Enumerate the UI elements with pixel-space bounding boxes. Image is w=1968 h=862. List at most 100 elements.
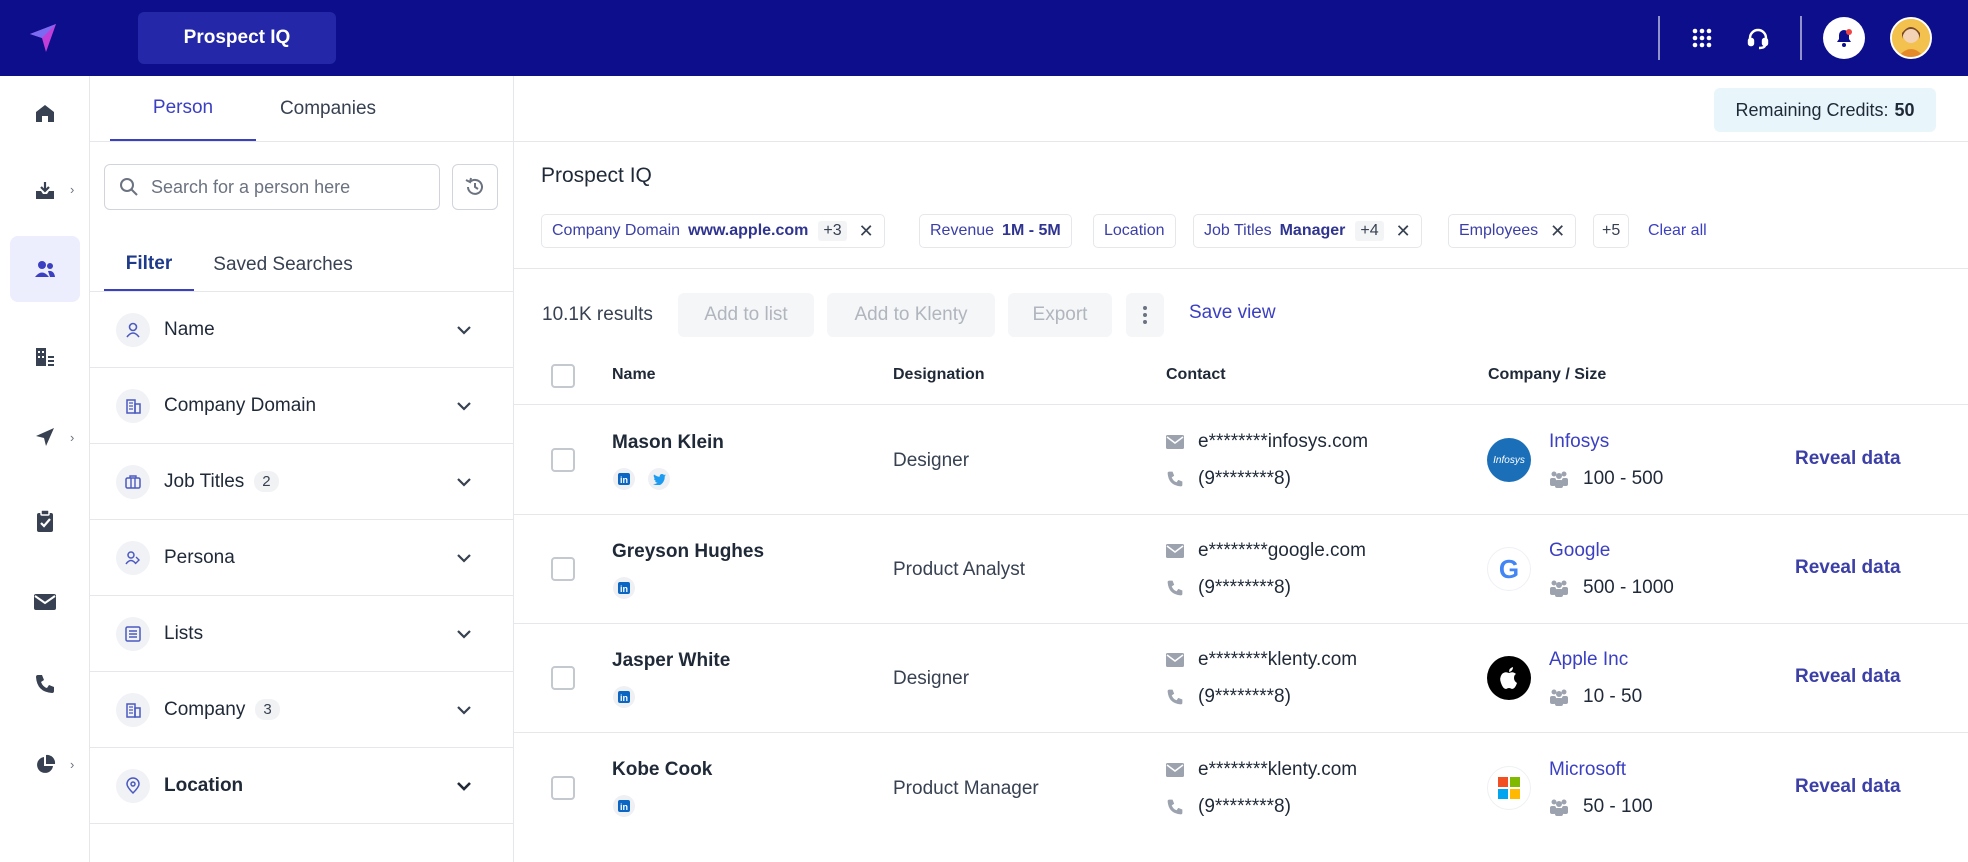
company-size: 100 - 500 bbox=[1549, 468, 1663, 490]
row-checkbox[interactable] bbox=[551, 448, 575, 472]
filter-row-lists[interactable]: Lists bbox=[90, 596, 514, 672]
filter-row-name[interactable]: Name bbox=[90, 292, 514, 368]
mail-icon bbox=[1166, 435, 1184, 449]
column-header-contact[interactable]: Contact bbox=[1166, 366, 1226, 384]
filter-count-badge: 3 bbox=[255, 698, 280, 720]
reveal-data-link[interactable]: Reveal data bbox=[1795, 666, 1901, 688]
filter-label: Location bbox=[164, 774, 244, 796]
add-to-klenty-button[interactable]: Add to Klenty bbox=[827, 293, 995, 337]
chip-label: Company Domain bbox=[552, 222, 681, 239]
company-logo-apple bbox=[1487, 656, 1531, 700]
nav-people[interactable] bbox=[10, 236, 80, 302]
company-name-link[interactable]: Microsoft bbox=[1549, 759, 1626, 781]
phone-value: (9********8) bbox=[1198, 468, 1291, 489]
add-to-list-button[interactable]: Add to list bbox=[678, 293, 814, 337]
tab-person[interactable]: Person bbox=[110, 76, 256, 142]
phone-line: (9********8) bbox=[1166, 468, 1291, 490]
filter-row-persona[interactable]: Persona bbox=[90, 520, 514, 596]
chevron-right-icon[interactable]: › bbox=[70, 430, 74, 445]
nav-home[interactable] bbox=[10, 80, 80, 146]
person-name[interactable]: Mason Klein bbox=[612, 432, 724, 454]
company-name-link[interactable]: Apple Inc bbox=[1549, 649, 1628, 671]
close-icon[interactable]: ✕ bbox=[1396, 221, 1411, 242]
chevron-down-icon bbox=[457, 477, 471, 487]
company-name-link[interactable]: Google bbox=[1549, 540, 1610, 562]
export-button[interactable]: Export bbox=[1008, 293, 1112, 337]
people-icon bbox=[35, 261, 55, 277]
tab-companies[interactable]: Companies bbox=[266, 76, 390, 142]
reveal-data-link[interactable]: Reveal data bbox=[1795, 448, 1901, 470]
filter-chip-more[interactable]: +5 bbox=[1593, 214, 1630, 248]
reveal-data-link[interactable]: Reveal data bbox=[1795, 557, 1901, 579]
person-name[interactable]: Kobe Cook bbox=[612, 759, 712, 781]
chevron-down-icon bbox=[457, 401, 471, 411]
briefcase-icon bbox=[116, 464, 150, 499]
column-header-company-size[interactable]: Company / Size bbox=[1488, 366, 1606, 384]
chevron-right-icon[interactable]: › bbox=[70, 182, 74, 197]
filter-row-company[interactable]: Company 3 bbox=[90, 672, 514, 748]
headset-icon[interactable] bbox=[1742, 22, 1774, 54]
app-title[interactable]: Prospect IQ bbox=[138, 12, 336, 64]
filter-label-text: Job Titles bbox=[164, 470, 245, 492]
phone-value: (9********8) bbox=[1198, 686, 1291, 707]
email-line: e********klenty.com bbox=[1166, 649, 1357, 671]
row-checkbox[interactable] bbox=[551, 557, 575, 581]
mail-icon bbox=[1166, 544, 1184, 558]
select-all-checkbox[interactable] bbox=[551, 364, 575, 388]
company-size-value: 10 - 50 bbox=[1583, 686, 1643, 707]
filter-row-location[interactable]: Location bbox=[90, 748, 514, 824]
filter-chip-revenue[interactable]: Revenue 1M - 5M bbox=[919, 214, 1072, 248]
nav-companies[interactable] bbox=[10, 324, 80, 390]
person-name[interactable]: Greyson Hughes bbox=[612, 541, 764, 563]
search-history-button[interactable] bbox=[452, 164, 498, 210]
nav-email[interactable] bbox=[10, 569, 80, 635]
nav-tasks[interactable] bbox=[10, 488, 80, 554]
designation: Product Manager bbox=[893, 778, 1039, 799]
subtab-filter[interactable]: Filter bbox=[104, 238, 194, 292]
filter-row-job-titles[interactable]: Job Titles 2 bbox=[90, 444, 514, 520]
logo-icon[interactable] bbox=[26, 20, 62, 56]
company-name-link[interactable]: Infosys bbox=[1549, 431, 1609, 453]
person-search-box[interactable] bbox=[104, 164, 440, 210]
filter-chip-location[interactable]: Location bbox=[1093, 214, 1176, 248]
linkedin-icon[interactable]: in bbox=[613, 577, 635, 599]
building-icon bbox=[116, 692, 150, 727]
company-size: 10 - 50 bbox=[1549, 686, 1642, 708]
apps-grid-icon[interactable] bbox=[1686, 22, 1718, 54]
linkedin-icon[interactable]: in bbox=[613, 468, 635, 490]
subtab-saved-searches[interactable]: Saved Searches bbox=[204, 238, 362, 292]
filter-chip-employees[interactable]: Employees ✕ bbox=[1448, 214, 1577, 248]
chevron-right-icon[interactable]: › bbox=[70, 757, 74, 772]
column-header-name[interactable]: Name bbox=[612, 366, 656, 384]
column-header-designation[interactable]: Designation bbox=[893, 366, 985, 384]
close-icon[interactable]: ✕ bbox=[1550, 221, 1565, 242]
clear-all-link[interactable]: Clear all bbox=[1648, 222, 1707, 240]
person-name[interactable]: Jasper White bbox=[612, 650, 730, 672]
filter-chip-job-titles[interactable]: Job Titles Manager +4 ✕ bbox=[1193, 214, 1422, 248]
filter-chip-company-domain[interactable]: Company Domain www.apple.com +3 ✕ bbox=[541, 214, 885, 248]
reveal-data-link[interactable]: Reveal data bbox=[1795, 776, 1901, 798]
user-avatar[interactable] bbox=[1890, 17, 1932, 59]
close-icon[interactable]: ✕ bbox=[859, 221, 874, 242]
notification-bell-button[interactable] bbox=[1823, 17, 1865, 59]
filter-row-company-domain[interactable]: Company Domain bbox=[90, 368, 514, 444]
linkedin-icon[interactable]: in bbox=[613, 686, 635, 708]
nav-calls[interactable] bbox=[10, 651, 80, 717]
phone-line: (9********8) bbox=[1166, 796, 1291, 818]
svg-text:in: in bbox=[620, 475, 628, 485]
row-checkbox[interactable] bbox=[551, 666, 575, 690]
chip-label: Revenue bbox=[930, 222, 995, 239]
person-search-input[interactable] bbox=[151, 176, 421, 198]
more-actions-button[interactable] bbox=[1126, 293, 1164, 337]
row-checkbox[interactable] bbox=[551, 776, 575, 800]
designation: Designer bbox=[893, 450, 970, 471]
linkedin-icon[interactable]: in bbox=[613, 795, 635, 817]
designation: Product Analyst bbox=[893, 559, 1026, 580]
company-size: 500 - 1000 bbox=[1549, 577, 1674, 599]
twitter-icon[interactable] bbox=[648, 468, 670, 490]
row-divider bbox=[514, 732, 1968, 733]
save-view-link[interactable]: Save view bbox=[1189, 302, 1276, 324]
persona-icon bbox=[116, 540, 150, 575]
chip-label: Employees bbox=[1459, 222, 1539, 239]
filter-label-text: Company bbox=[164, 698, 246, 720]
